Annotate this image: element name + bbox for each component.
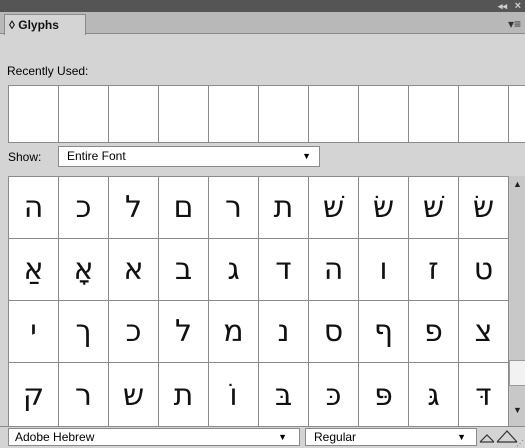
glyph-cell[interactable]: ל	[159, 301, 209, 363]
font-style-value: Regular	[314, 430, 357, 444]
glyph-cell[interactable]: ה	[9, 177, 59, 239]
close-panel-icon[interactable]: ×	[515, 0, 521, 12]
resize-grip-icon[interactable]: ⋰	[516, 439, 525, 448]
scroll-down-arrow-icon[interactable]: ▼	[509, 402, 525, 418]
glyph-cell[interactable]: ש	[109, 363, 159, 427]
glyph-cell[interactable]: כּ	[309, 363, 359, 427]
font-family-select[interactable]: Adobe Hebrew ▼	[8, 428, 300, 446]
recent-glyph-cell[interactable]	[109, 86, 159, 142]
glyph-row: אַ אָ א ב ג ד ה ו ז ט	[9, 239, 509, 301]
chevron-down-icon: ▼	[278, 432, 287, 442]
glyph-cell[interactable]: א	[109, 239, 159, 301]
glyph-cell[interactable]: ז	[409, 239, 459, 301]
glyph-row: יךכלמנסףפצ	[9, 301, 509, 363]
glyph-cell[interactable]: כ	[59, 177, 109, 239]
recent-glyph-cell[interactable]	[409, 86, 459, 142]
glyph-cell[interactable]: ס	[309, 301, 359, 363]
glyph-cell[interactable]: אַ	[9, 239, 59, 301]
recent-glyph-cell[interactable]	[459, 86, 509, 142]
glyph-cell[interactable]: ב	[159, 239, 209, 301]
glyph-cell[interactable]: דּ	[459, 363, 509, 427]
show-dropdown[interactable]: Entire Font ▼	[58, 146, 320, 167]
glyph-row: ק ר ש ת וֹ בּ כּ פּ גּ דּ	[9, 363, 509, 427]
glyph-cell[interactable]: בּ	[259, 363, 309, 427]
glyph-cell[interactable]: אָ	[59, 239, 109, 301]
chevron-down-icon: ▼	[457, 432, 466, 442]
zoom-in-mountain-icon[interactable]	[496, 428, 518, 444]
glyph-cell[interactable]: ו	[359, 239, 409, 301]
recent-glyph-cell[interactable]	[159, 86, 209, 142]
glyph-cell[interactable]: פ	[409, 301, 459, 363]
glyph-cell[interactable]: ם	[159, 177, 209, 239]
show-dropdown-value: Entire Font	[67, 149, 126, 163]
recent-glyph-cell[interactable]	[9, 86, 59, 142]
glyph-cell[interactable]: ד	[259, 239, 309, 301]
font-style-select[interactable]: Regular ▼	[305, 428, 477, 446]
glyph-cell[interactable]: ר	[59, 363, 109, 427]
recent-glyph-cell[interactable]	[309, 86, 359, 142]
glyph-row: ה כ ל ם ר ת שׁ שׂ שׁ שׂ	[9, 177, 509, 239]
tab-glyphs[interactable]: ◊ Glyphs	[4, 14, 86, 35]
recent-glyph-cell[interactable]	[209, 86, 259, 142]
glyph-cell[interactable]: ר	[209, 177, 259, 239]
glyph-cell[interactable]: פּ	[359, 363, 409, 427]
glyph-cell[interactable]: שׂ	[359, 177, 409, 239]
glyph-cell[interactable]: ת	[159, 363, 209, 427]
glyph-cell[interactable]: ת	[259, 177, 309, 239]
recent-glyph-cell[interactable]	[59, 86, 109, 142]
glyph-cell[interactable]: שׁ	[309, 177, 359, 239]
chevron-down-icon: ▼	[302, 151, 311, 161]
font-family-value: Adobe Hebrew	[15, 430, 95, 444]
glyph-cell[interactable]: ל	[109, 177, 159, 239]
glyph-cell[interactable]: שׂ	[459, 177, 509, 239]
glyph-grid-scrollbar[interactable]: ▲ ▼	[508, 176, 525, 426]
glyph-cell[interactable]: ך	[59, 301, 109, 363]
glyph-cell[interactable]: ה	[309, 239, 359, 301]
glyph-cell[interactable]: י	[9, 301, 59, 363]
glyph-cell[interactable]: וֹ	[209, 363, 259, 427]
glyph-cell[interactable]: ט	[459, 239, 509, 301]
zoom-out-mountain-icon[interactable]	[478, 430, 496, 444]
glyph-cell[interactable]: ג	[209, 239, 259, 301]
scroll-up-arrow-icon[interactable]: ▲	[509, 176, 525, 192]
collapse-panel-icon[interactable]: ◂◂	[498, 0, 507, 12]
glyph-cell[interactable]: ף	[359, 301, 409, 363]
glyph-cell[interactable]: ק	[9, 363, 59, 427]
glyph-cell[interactable]: שׁ	[409, 177, 459, 239]
show-label: Show:	[8, 150, 42, 164]
scrollbar-thumb[interactable]	[509, 360, 525, 386]
glyph-cell[interactable]: גּ	[409, 363, 459, 427]
recent-glyph-cell[interactable]	[359, 86, 409, 142]
glyph-cell[interactable]: צ	[459, 301, 509, 363]
panel-menu-icon[interactable]: ▾≡	[508, 16, 521, 32]
glyph-cell[interactable]: מ	[209, 301, 259, 363]
glyph-grid: ה כ ל ם ר ת שׁ שׂ שׁ שׂ אַ אָ א ב ג ד ה ו ז ט י ך כ ל מ נ ס ף פ צ ק ר ש ת…	[8, 176, 509, 427]
panel-titlebar	[0, 0, 525, 12]
glyph-cell[interactable]: כ	[109, 301, 159, 363]
recent-glyph-cell[interactable]	[259, 86, 309, 142]
glyph-cell[interactable]: נ	[259, 301, 309, 363]
recently-used-row	[8, 85, 525, 143]
recently-used-label: Recently Used:	[7, 64, 89, 78]
